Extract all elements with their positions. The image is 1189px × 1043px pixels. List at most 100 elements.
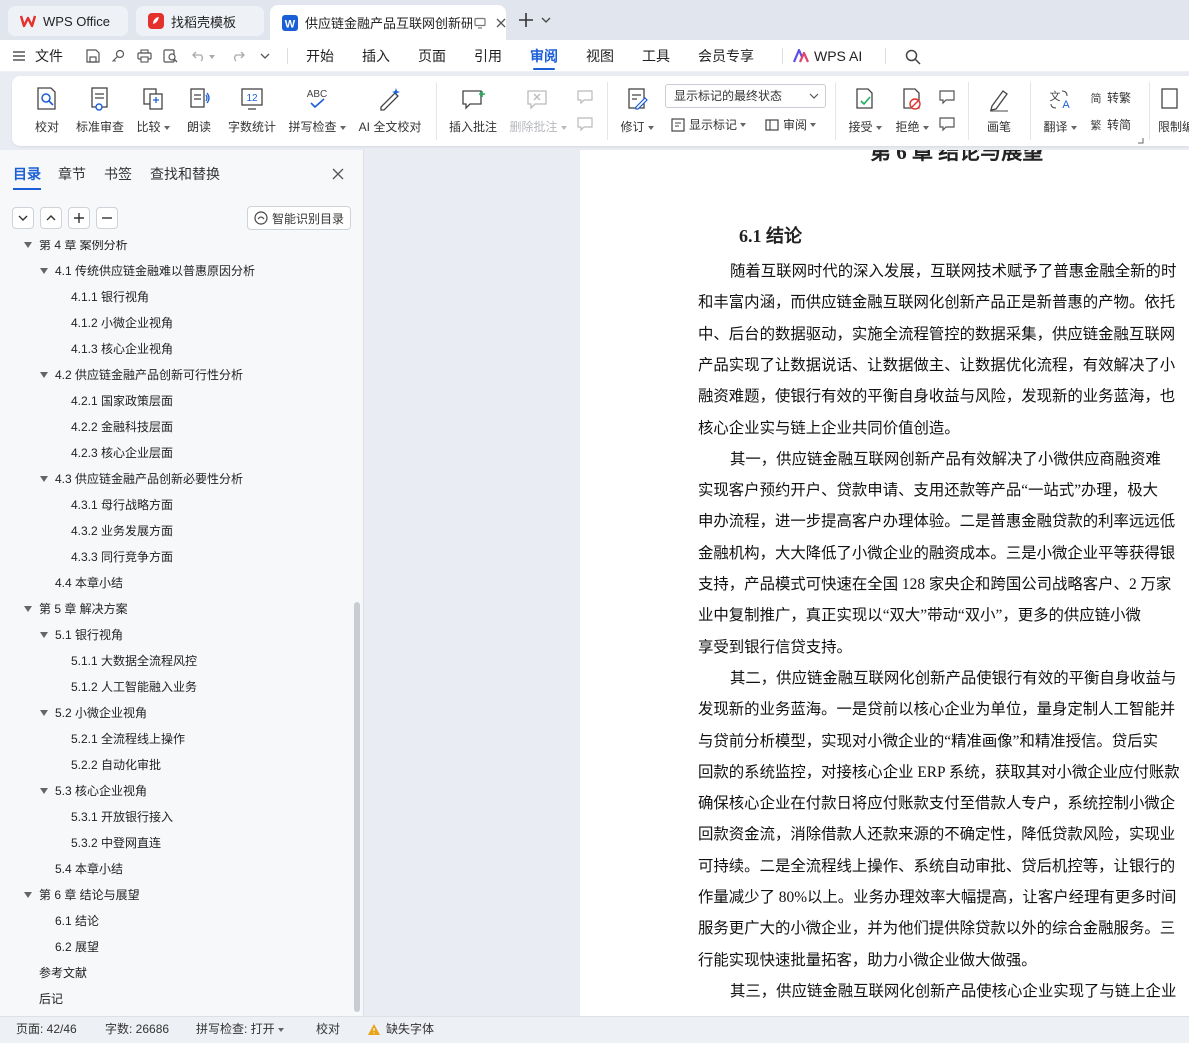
print-preview-icon[interactable] [162,48,178,64]
toc-item[interactable]: 后记 [24,986,63,1012]
reject-button[interactable]: 拒绝 [893,84,931,140]
menu-member[interactable]: 会员专享 [698,40,754,72]
toc-item[interactable]: 5.2.1 全流程线上操作 [56,726,185,752]
proofread-button[interactable]: 校对 [30,84,64,140]
menu-references[interactable]: 引用 [474,40,502,72]
expand-triangle-icon[interactable] [40,710,48,716]
translate-button[interactable]: 文A 翻译 [1040,84,1080,140]
tab-docer-templates[interactable]: 找稻壳模板 [136,6,264,36]
convert-to-traditional-button[interactable]: 简转繁 [1089,89,1132,106]
expand-triangle-icon[interactable] [24,892,32,898]
expand-triangle-icon[interactable] [40,788,48,794]
ai-full-proofread-button[interactable]: AI 全文校对 [357,84,423,140]
save-icon[interactable] [85,48,101,64]
expand-triangle-icon[interactable] [40,268,48,274]
expand-triangle-icon[interactable] [24,606,32,612]
toc-item[interactable]: 4.2.1 国家政策层面 [56,388,173,414]
monitor-icon[interactable] [474,17,486,29]
menu-page[interactable]: 页面 [418,40,446,72]
print-icon[interactable] [136,48,152,64]
word-count-button[interactable]: 12 字数统计 [226,84,278,140]
close-tab-icon[interactable] [496,18,506,28]
toc-item[interactable]: 5.3 核心企业视角 [40,778,147,804]
menu-view[interactable]: 视图 [586,40,614,72]
menu-file[interactable]: 文件 [35,40,63,72]
document-page[interactable]: 第 6 章 结论与展望 6.1 结论 随着互联网时代的深入发展，互联网技术赋予了… [580,150,1189,1016]
toc-item[interactable]: 4.2.3 核心企业层面 [56,440,173,466]
proofread-status[interactable]: 校对 [316,1017,340,1042]
menu-tools[interactable]: 工具 [642,40,670,72]
toc-item[interactable]: 5.4 本章小结 [40,856,123,882]
toc-item[interactable]: 4.1 传统供应链金融难以普惠原因分析 [40,258,255,284]
quick-access-more-icon[interactable] [258,50,272,62]
toc-item[interactable]: 第 6 章 结论与展望 [24,882,140,908]
tab-bookmarks[interactable]: 书签 [104,164,132,184]
redo-icon[interactable] [230,48,246,64]
tab-current-document[interactable]: W 供应链金融产品互联网创新研究 [270,5,506,40]
convert-to-simplified-button[interactable]: 繁转简 [1089,116,1132,133]
markup-display-select[interactable]: 显示标记的最终状态 [665,84,826,108]
accept-button[interactable]: 接受 [846,84,884,140]
standard-review-button[interactable]: 标准审查 [74,84,126,140]
review-pane-button[interactable]: 审阅 [765,116,817,133]
toc-item[interactable]: 4.1.3 核心企业视角 [56,336,173,362]
expand-triangle-icon[interactable] [24,242,32,248]
undo-dropdown-icon[interactable] [208,54,216,60]
toc-item[interactable]: 4.2.2 金融科技层面 [56,414,173,440]
toc-scrollbar[interactable] [354,602,360,1012]
collapse-level-button[interactable] [12,207,34,229]
toc-item[interactable]: 第 5 章 解决方案 [24,596,128,622]
toc-item[interactable]: 4.3.3 同行竞争方面 [56,544,173,570]
close-pane-icon[interactable] [331,167,345,181]
insert-comment-button[interactable]: 插入批注 [447,84,499,140]
track-changes-button[interactable]: 修订 [618,84,656,140]
spell-check-button[interactable]: ABC 拼写检查 [287,84,347,140]
next-comment-icon[interactable] [575,115,595,133]
menu-review[interactable]: 审阅 [530,40,558,72]
remove-heading-button[interactable] [96,207,118,229]
menu-home[interactable]: 开始 [306,40,334,72]
expand-triangle-icon[interactable] [40,372,48,378]
tab-wps-office[interactable]: WPS Office [8,6,128,36]
toc-item[interactable]: 4.2 供应链金融产品创新可行性分析 [40,362,243,388]
toc-item[interactable]: 第 4 章 案例分析 [24,240,128,258]
ribbon-launcher-icon[interactable] [1136,136,1144,144]
toc-item[interactable]: 5.2.2 自动化审批 [56,752,161,778]
undo-icon[interactable] [191,48,207,64]
expand-triangle-icon[interactable] [40,632,48,638]
page-indicator[interactable]: 页面: 42/46 [16,1017,77,1042]
key-icon[interactable] [110,48,126,64]
toc-item[interactable]: 5.3.2 中登网直连 [56,830,161,856]
menu-wps-ai[interactable]: WPS AI [814,40,862,72]
toc-item[interactable]: 6.1 结论 [40,908,99,934]
toc-item[interactable]: 4.3.2 业务发展方面 [56,518,173,544]
restrict-editing-button[interactable]: 限制编 [1158,84,1189,140]
toc-item[interactable]: 4.3 供应链金融产品创新必要性分析 [40,466,243,492]
toc-item[interactable]: 4.1.2 小微企业视角 [56,310,173,336]
expand-triangle-icon[interactable] [40,476,48,482]
spell-check-status[interactable]: 拼写检查: 打开 [196,1017,284,1042]
show-markup-button[interactable]: 显示标记 [671,116,747,133]
missing-font-status[interactable]: 缺失字体 [368,1017,434,1042]
toc-item[interactable]: 4.4 本章小结 [40,570,123,596]
toc-item[interactable]: 5.1.1 大数据全流程风控 [56,648,197,674]
previous-change-icon[interactable] [937,88,957,106]
toc-item[interactable]: 5.2 小微企业视角 [40,700,147,726]
expand-level-button[interactable] [40,207,62,229]
read-aloud-button[interactable]: 朗读 [184,84,214,140]
menu-insert[interactable]: 插入 [362,40,390,72]
toc-item[interactable]: 参考文献 [24,960,87,986]
toc-item[interactable]: 5.1 银行视角 [40,622,123,648]
toc-item[interactable]: 4.1.1 银行视角 [56,284,149,310]
tab-chapters[interactable]: 章节 [58,164,86,184]
delete-comment-button[interactable]: 删除批注 [508,84,568,140]
new-tab-icon[interactable] [516,10,536,30]
toc-item[interactable]: 4.3.1 母行战略方面 [56,492,173,518]
hamburger-icon[interactable] [12,49,26,63]
tab-list-chevron-icon[interactable] [539,13,553,27]
search-icon[interactable] [904,48,922,66]
previous-comment-icon[interactable] [575,88,595,106]
toc-item[interactable]: 5.3.1 开放银行接入 [56,804,173,830]
next-change-icon[interactable] [937,115,957,133]
add-heading-button[interactable] [68,207,90,229]
